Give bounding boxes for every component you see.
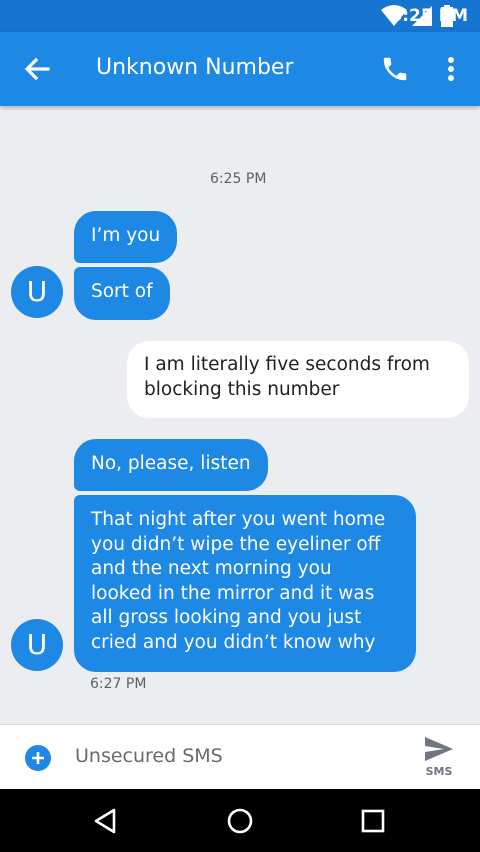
send-button[interactable]: SMS — [412, 732, 466, 784]
contact-avatar[interactable]: U — [11, 619, 63, 671]
add-circle-icon[interactable] — [24, 744, 52, 772]
more-vert-icon[interactable] — [438, 54, 464, 84]
message-text: Sort of — [91, 281, 153, 302]
message-text: all gross looking and you just — [91, 607, 362, 628]
message-text: No, please, listen — [91, 453, 251, 474]
message-text: cried and you didn’t know why — [91, 631, 376, 653]
arrow-left-icon[interactable] — [22, 54, 52, 84]
back-triangle-icon[interactable] — [90, 805, 122, 837]
app-bar: Unknown Number — [0, 32, 480, 106]
message-text: I’m you — [91, 225, 161, 246]
home-circle-icon[interactable] — [224, 805, 256, 837]
outgoing-message[interactable]: I am literally five seconds from blockin… — [127, 341, 469, 418]
incoming-message[interactable]: I’m you — [74, 211, 178, 263]
send-label: SMS — [425, 765, 453, 778]
send-icon — [425, 737, 453, 761]
compose-bar: Unsecured SMS SMS — [0, 724, 480, 789]
message-text: looked in the mirror and it was — [91, 582, 375, 604]
message-timestamp: 6:25 PM — [210, 171, 267, 187]
phone-icon[interactable] — [380, 54, 410, 84]
incoming-message[interactable]: Sort of — [74, 267, 170, 320]
message-text: blocking this number — [144, 378, 340, 400]
message-text: and the next morning you — [91, 558, 332, 579]
message-timestamp: 6:27 PM — [90, 676, 147, 692]
incoming-message[interactable]: That night after you went home you didn’… — [74, 495, 416, 672]
message-text: you didn’t wipe the eyeliner off — [91, 533, 381, 555]
message-input[interactable]: Unsecured SMS — [75, 745, 223, 767]
incoming-message[interactable]: No, please, listen — [74, 439, 268, 491]
contact-avatar[interactable]: U — [11, 266, 63, 318]
conversation-title: Unknown Number — [96, 55, 294, 80]
navigation-bar — [0, 789, 480, 852]
recents-square-icon[interactable] — [357, 805, 389, 837]
avatar-letter: U — [26, 275, 48, 308]
message-text: That night after you went home — [91, 509, 386, 530]
status-time: 6:25 PM — [390, 6, 468, 26]
avatar-letter: U — [26, 628, 48, 661]
message-text: I am literally five seconds from — [144, 354, 430, 375]
status-bar: 6:25 PM — [0, 0, 480, 32]
